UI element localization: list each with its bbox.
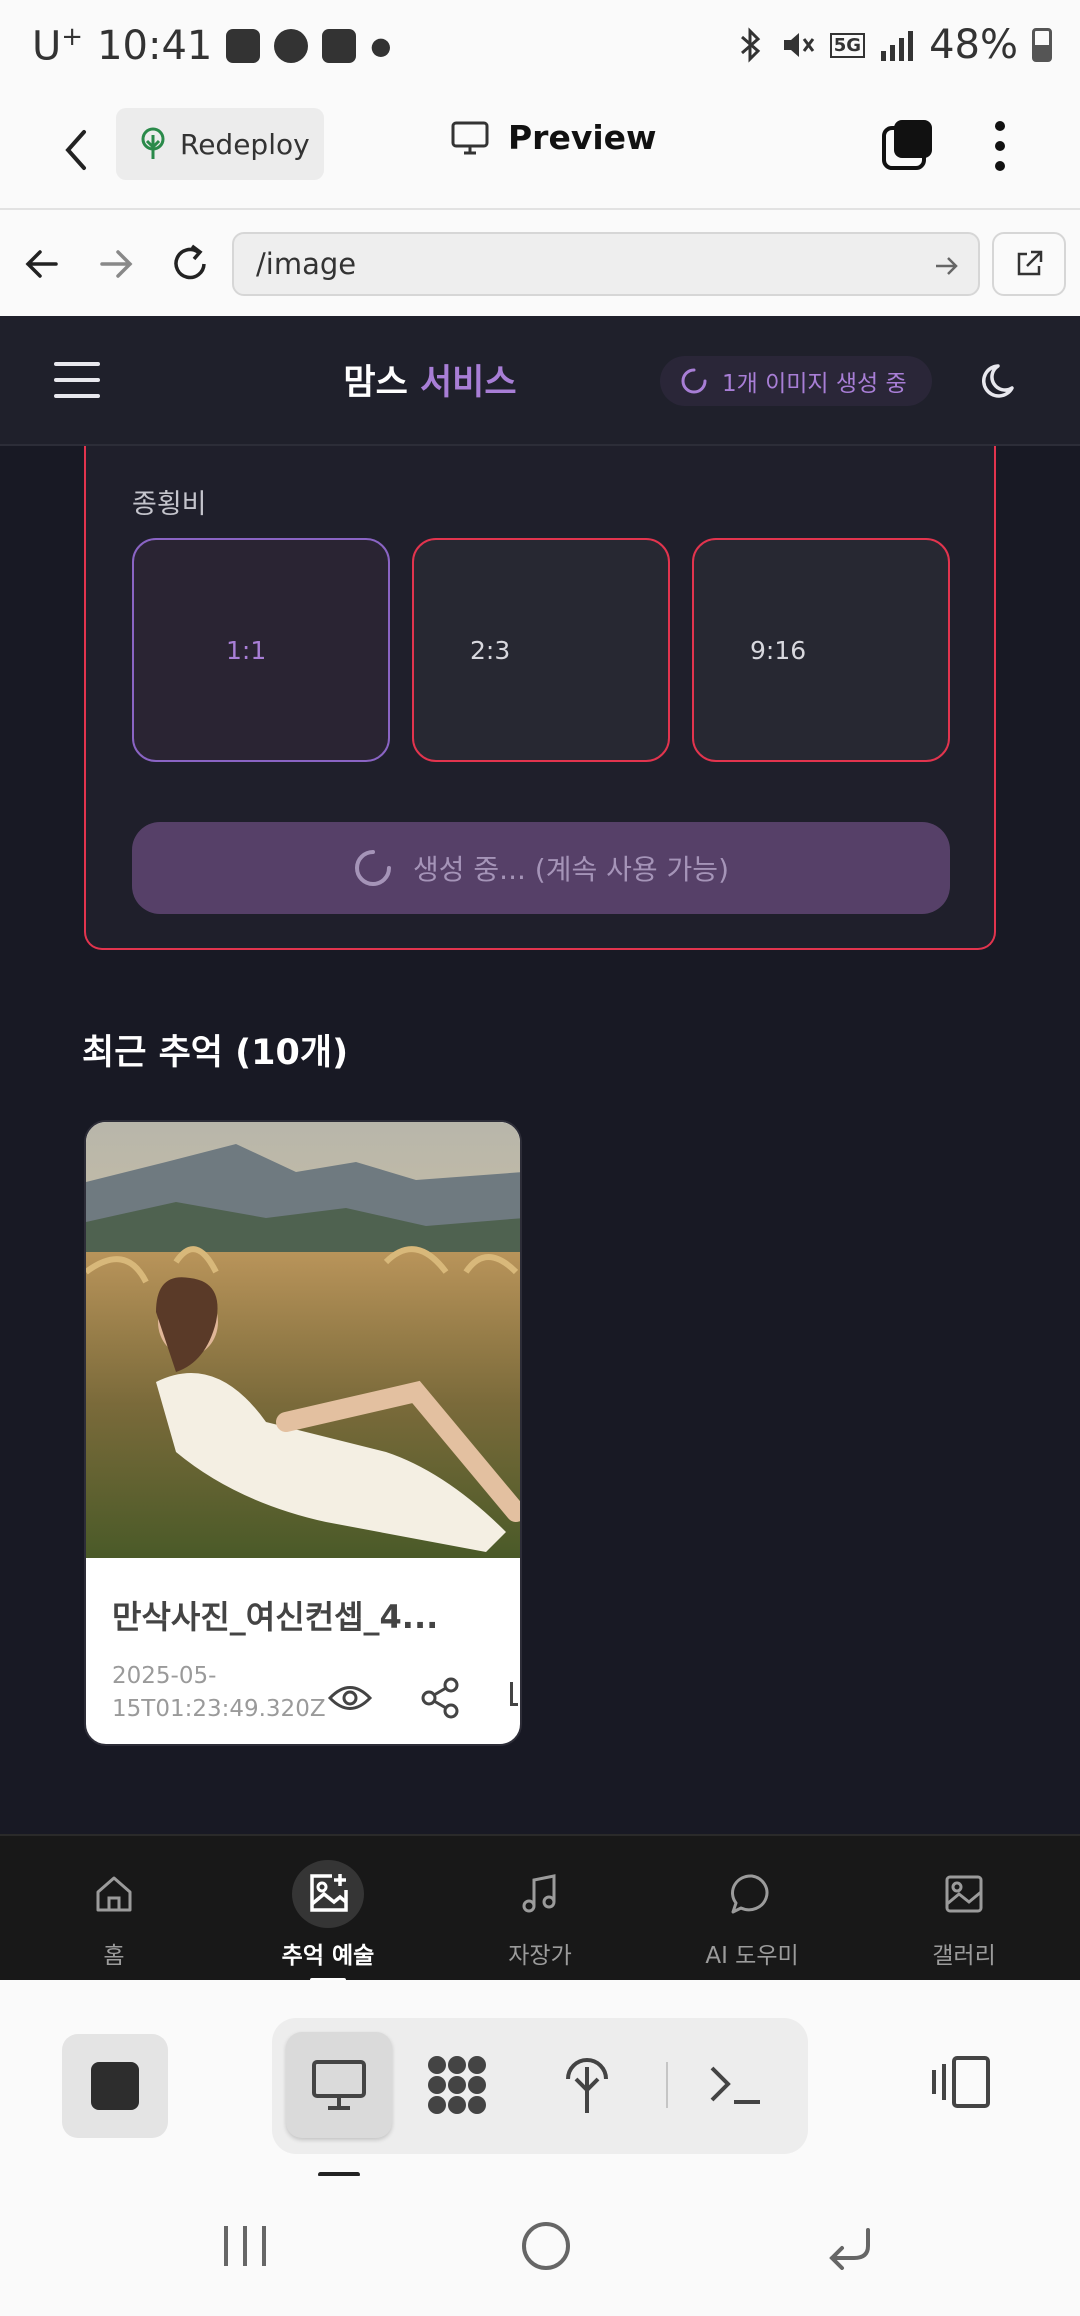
recent-apps-icon[interactable] (220, 2222, 270, 2270)
status-right: 5G 48% (736, 22, 1052, 68)
home-button-icon[interactable] (520, 2220, 572, 2272)
back-gesture-icon[interactable] (824, 2224, 874, 2270)
app-header: Redeploy Preview (0, 92, 1080, 210)
dark-mode-moon-icon[interactable] (980, 360, 1022, 402)
ratio-label: 9:16 (750, 635, 807, 665)
monitor-icon (450, 120, 490, 156)
site-title-main: 맘스 (343, 363, 408, 403)
preview-title: Preview (450, 118, 657, 157)
image-settings-panel: 종횡비 1:1 2:3 9:16 생성 중... (계속 사용 가능) (84, 446, 996, 950)
ratio-option-1-1[interactable]: 1:1 (132, 538, 390, 762)
ratio-option-9-16[interactable]: 9:16 (692, 538, 950, 762)
spinner-icon (353, 848, 393, 888)
tool-group (272, 2018, 808, 2154)
terminal-tool-button[interactable] (682, 2032, 788, 2138)
url-text: /image (256, 247, 357, 281)
memory-date-line: 2025-05- (112, 1663, 217, 1689)
ratio-option-2-3[interactable]: 2:3 (412, 538, 670, 762)
generate-button[interactable]: 생성 중... (계속 사용 가능) (132, 822, 950, 914)
nav-memory-art[interactable]: 추억 예술 (220, 1836, 436, 1982)
stop-button[interactable] (62, 2034, 168, 2138)
aspect-ratio-label: 종횡비 (132, 489, 207, 520)
preview-tool-button[interactable] (286, 2032, 392, 2138)
memory-card-date: 2025-05- 15T01:23:49.320Z (112, 1660, 326, 1726)
chat-bubble-icon (716, 1860, 788, 1928)
tool-separator (666, 2062, 668, 2108)
download-icon[interactable] (510, 1682, 518, 1706)
nav-label: 자장가 (508, 1943, 572, 1969)
url-field[interactable]: /image (232, 232, 980, 296)
mute-icon (780, 27, 816, 63)
image-plus-icon (292, 1860, 364, 1928)
layout-toggle-icon[interactable] (930, 2054, 994, 2110)
grid-blob-icon (425, 2053, 489, 2117)
memory-date-line: 15T01:23:49.320Z (112, 1696, 326, 1722)
stop-square-icon (91, 2062, 139, 2110)
nav-label: 홈 (103, 1943, 125, 1969)
gallery-icon (928, 1860, 1000, 1928)
monitor-icon (310, 2058, 368, 2112)
generating-badge-text: 1개 이미지 생성 중 (722, 371, 907, 397)
back-icon[interactable] (56, 122, 96, 178)
share-button[interactable] (412, 1670, 468, 1726)
status-left: U+ 10:41 ● (32, 22, 391, 69)
ratio-label: 1:1 (226, 635, 267, 665)
web-app-viewport[interactable]: 맘스 서비스 1개 이미지 생성 중 종횡비 1:1 2:3 9:16 생성 중 (0, 316, 1080, 1980)
generate-button-label: 생성 중... (계속 사용 가능) (413, 853, 729, 886)
pay-notification-icon (322, 28, 357, 63)
preview-label: Preview (508, 118, 657, 157)
carrier-label: U+ (32, 22, 84, 70)
nav-home[interactable]: 홈 (6, 1836, 222, 1982)
browser-toolbar: /image (0, 212, 1080, 316)
memory-card[interactable]: 만삭사진_여신컨셉_4... 2025-05- 15T01:23:49.320Z (84, 1120, 522, 1746)
signal-icon (879, 29, 915, 61)
status-bar: U+ 10:41 ● 5G 48% (0, 0, 1080, 92)
clock: 10:41 (97, 22, 213, 69)
terminal-icon (708, 2062, 762, 2108)
more-notifications-dot-icon: ● (370, 31, 392, 60)
site-header: 맘스 서비스 1개 이미지 생성 중 (0, 316, 1080, 446)
reload-icon[interactable] (168, 242, 212, 286)
nav-label: AI 도우미 (705, 1943, 799, 1969)
bluetooth-icon (736, 27, 766, 63)
view-button[interactable] (322, 1670, 378, 1726)
home-icon (78, 1860, 150, 1928)
battery-percent: 48% (929, 22, 1018, 68)
nav-label: 갤러리 (932, 1943, 996, 1969)
generating-status-badge: 1개 이미지 생성 중 (660, 356, 932, 406)
recent-memories-heading: 최근 추억 (10개) (82, 1033, 349, 1073)
browser-forward-icon[interactable] (96, 244, 136, 284)
battery-icon (1032, 28, 1052, 62)
ratio-label: 2:3 (470, 635, 511, 665)
memory-photo[interactable] (86, 1122, 520, 1558)
gallery-notification-icon (226, 28, 261, 63)
go-arrow-icon[interactable] (932, 252, 960, 280)
deploy-tree-icon (562, 2053, 612, 2117)
workspace-tool-button[interactable] (404, 2032, 510, 2138)
talk-notification-icon (274, 28, 309, 63)
browser-back-icon[interactable] (22, 244, 62, 284)
share-icon (419, 1677, 461, 1719)
nav-gallery[interactable]: 갤러리 (856, 1836, 1072, 1982)
memory-card-title: 만삭사진_여신컨셉_4... (112, 1598, 439, 1636)
open-external-button[interactable] (992, 232, 1066, 296)
nav-ai-assistant[interactable]: AI 도우미 (644, 1836, 860, 1982)
spinner-icon (680, 367, 708, 395)
music-note-icon (504, 1860, 576, 1928)
redeploy-label: Redeploy (180, 127, 310, 161)
external-link-icon (1013, 248, 1045, 280)
bottom-navigation: 홈 추억 예술 자장가 AI 도우미 갤러리 (0, 1834, 1080, 1982)
deploy-tool-button[interactable] (534, 2032, 640, 2138)
system-navigation-bar (0, 2176, 1080, 2316)
site-title-accent: 서비스 (419, 363, 517, 403)
5g-icon: 5G (829, 32, 866, 58)
nav-label: 추억 예술 (281, 1943, 375, 1969)
tree-icon (138, 127, 168, 161)
more-options-icon[interactable] (990, 118, 1010, 174)
nav-lullaby[interactable]: 자장가 (432, 1836, 648, 1982)
ide-toolbar (0, 1980, 1080, 2177)
tabs-icon[interactable] (880, 116, 936, 172)
redeploy-button[interactable]: Redeploy (116, 108, 324, 180)
eye-icon (327, 1681, 373, 1715)
